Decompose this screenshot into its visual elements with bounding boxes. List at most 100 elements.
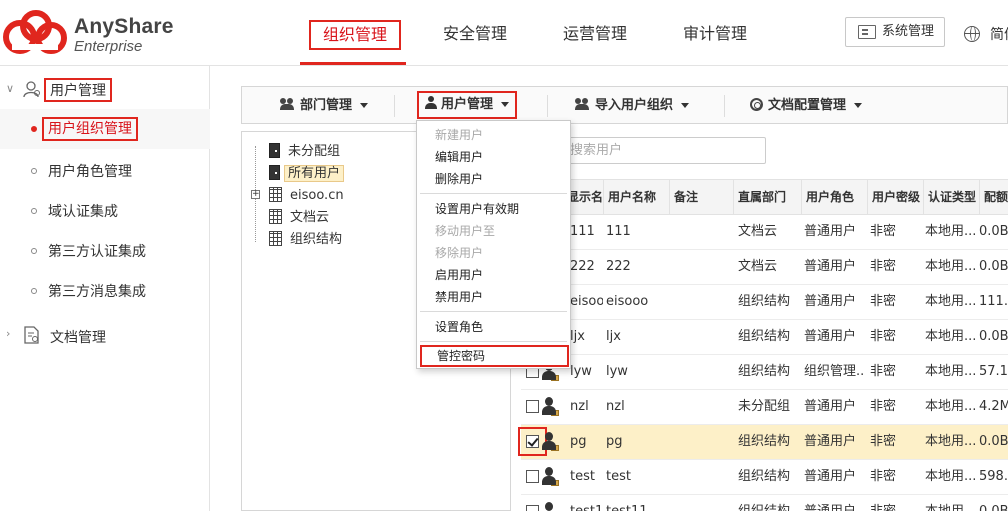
table-row[interactable]: ljx ljx 组织结构普通用户非密 本地用...0.0B/... xyxy=(521,320,1008,355)
tree-node-doc-cloud[interactable]: 文档云 xyxy=(269,207,333,229)
menu-separator xyxy=(420,311,567,312)
cell-user-role: 普通用户 xyxy=(804,259,857,274)
cell-quota: 111.9... xyxy=(979,294,1008,309)
nav-audit-management[interactable]: 审计管理 xyxy=(680,20,750,50)
menu-item-manage-password[interactable]: 管控密码 xyxy=(420,345,569,367)
cell-user-role: 普通用户 xyxy=(804,224,857,239)
table-row[interactable]: test11test11 组织结构普通用户非密本地用...0.0B/... xyxy=(521,495,1008,511)
table-row[interactable]: eisoooeisooo 组织结构普通用户非密 本地用...111.9... xyxy=(521,285,1008,320)
user-list-panel: 搜索用户 显示名称 用户名称 备注 直属部门 用户角色 用户密级 认证类型 配额… xyxy=(518,131,1008,511)
cell-quota: 0.0B/... xyxy=(979,259,1008,274)
cell-quota: 0.0B/... xyxy=(979,224,1008,239)
menu-item-set-validity[interactable]: 设置用户有效期 xyxy=(417,198,570,220)
table-row[interactable]: lywlyw 组织结构组织管理... 非密 本地用...57.1M... xyxy=(521,355,1008,390)
sidebar-item-label: 第三方消息集成 xyxy=(48,284,146,300)
menu-item-disable-user[interactable]: 禁用用户 xyxy=(417,286,570,308)
cell-auth-type: 本地用... xyxy=(925,294,977,309)
col-quota[interactable]: 配额空间 xyxy=(979,180,1008,214)
cell-department: 文档云 xyxy=(738,259,778,274)
cell-user-role: 普通用户 xyxy=(804,469,857,484)
menu-item-remove-user[interactable]: 移除用户 xyxy=(417,242,570,264)
col-remark[interactable]: 备注 xyxy=(669,180,733,214)
cell-auth-type: 本地用... xyxy=(925,469,977,484)
menu-item-edit-user[interactable]: 编辑用户 xyxy=(417,146,570,168)
doc-config-label: 文档配置管理 xyxy=(768,98,847,113)
menu-item-set-role[interactable]: 设置角色 xyxy=(417,316,570,338)
cell-auth-type: 本地用... xyxy=(925,329,977,344)
cell-user-role: 普通用户 xyxy=(804,329,857,344)
nav-operation-management[interactable]: 运营管理 xyxy=(560,20,630,50)
search-user-input[interactable]: 搜索用户 xyxy=(561,137,766,164)
cell-quota: 4.2MB... xyxy=(979,399,1008,414)
tree-node-label: 文档云 xyxy=(290,210,330,225)
nav-org-management[interactable]: 组织管理 xyxy=(309,20,401,50)
menu-item-enable-user[interactable]: 启用用户 xyxy=(417,264,570,286)
cell-security-level: 非密 xyxy=(870,495,922,511)
tree-node-all-users[interactable]: 所有用户 xyxy=(269,163,345,185)
tree-node-eisoo[interactable]: + eisoo.cn xyxy=(242,185,442,207)
tree-node-org-structure[interactable]: 组织结构 xyxy=(269,229,346,251)
cell-user-name: eisooo xyxy=(606,294,649,309)
user-management-menu: 新建用户 编辑用户 删除用户 设置用户有效期 移动用户至 移除用户 启用用户 禁… xyxy=(416,120,571,369)
expand-plus-icon[interactable]: + xyxy=(251,190,260,199)
language-selector[interactable]: 简体中文 xyxy=(990,24,1008,44)
doc-config-button[interactable]: 文档配置管理 xyxy=(750,87,863,125)
col-user-role[interactable]: 用户角色 xyxy=(801,180,867,214)
system-management-label: 系统管理 xyxy=(882,24,935,39)
col-security-level[interactable]: 用户密级 xyxy=(867,180,923,214)
user-management-button[interactable]: 用户管理 xyxy=(417,91,518,119)
col-user-name[interactable]: 用户名称 xyxy=(603,180,669,214)
document-gear-icon xyxy=(24,326,39,344)
cell-display-name: 222 xyxy=(570,259,595,274)
menu-item-new-user[interactable]: 新建用户 xyxy=(417,124,570,146)
sidebar-item-label: 用户组织管理 xyxy=(42,117,138,141)
menu-item-delete-user[interactable]: 删除用户 xyxy=(417,168,570,190)
col-department[interactable]: 直属部门 xyxy=(733,180,801,214)
door-icon xyxy=(269,165,280,180)
col-auth-type[interactable]: 认证类型 xyxy=(923,180,979,214)
row-checkbox[interactable] xyxy=(526,400,539,413)
user-group-icon xyxy=(23,81,40,98)
cell-auth-type: 本地用... xyxy=(925,495,977,511)
row-checkbox[interactable] xyxy=(526,470,539,483)
cell-display-name: lyw xyxy=(570,364,592,379)
system-icon xyxy=(858,25,876,39)
sidebar-item-user-org[interactable]: 用户组织管理 xyxy=(0,109,210,149)
globe-icon[interactable] xyxy=(964,26,980,42)
cell-display-name: 111 xyxy=(570,224,595,239)
user-avatar-icon xyxy=(542,397,559,417)
table-row[interactable]: nzl nzl 未分配组普通用户非密 本地用...4.2MB... xyxy=(521,390,1008,425)
dept-management-button[interactable]: 部门管理 xyxy=(280,87,369,125)
nav-security-management[interactable]: 安全管理 xyxy=(440,20,510,50)
toolbar-divider xyxy=(394,95,395,117)
table-row[interactable]: pg pg 组织结构普通用户非密 本地用...0.0B/... xyxy=(518,425,1008,460)
sidebar-item-user-role[interactable]: 用户角色管理 xyxy=(0,151,210,191)
cell-department: 组织结构 xyxy=(738,434,791,449)
tree-node-label: 未分配组 xyxy=(288,144,341,159)
user-avatar-icon xyxy=(542,432,559,452)
table-row[interactable]: test test 组织结构普通用户非密 本地用...598.1... xyxy=(521,460,1008,495)
system-management-button[interactable]: 系统管理 xyxy=(845,17,945,47)
cell-user-role: 普通用户 xyxy=(804,294,857,309)
import-user-org-button[interactable]: 导入用户组织 xyxy=(575,87,690,125)
sidebar-group-label: 用户管理 xyxy=(44,78,112,102)
table-header: 显示名称 用户名称 备注 直属部门 用户角色 用户密级 认证类型 配额空间 xyxy=(521,179,1008,215)
table-row[interactable]: 222 222 文档云 普通用户非密 本地用...0.0B/... xyxy=(521,250,1008,285)
user-management-label: 用户管理 xyxy=(441,97,494,112)
cell-quota: 0.0B/... xyxy=(979,434,1008,449)
sidebar-item-domain-auth[interactable]: 域认证集成 xyxy=(0,191,210,231)
row-checkbox[interactable] xyxy=(526,505,539,511)
sidebar-item-third-party-auth[interactable]: 第三方认证集成 xyxy=(0,231,210,271)
sidebar-group-user-management[interactable]: ∨ 用户管理 xyxy=(0,66,210,110)
chevron-down-icon: ∨ xyxy=(6,82,15,95)
sidebar-item-third-party-message[interactable]: 第三方消息集成 xyxy=(0,271,210,311)
menu-item-move-user[interactable]: 移动用户至 xyxy=(417,220,570,242)
sidebar-group-doc-management[interactable]: › 文档管理 xyxy=(0,314,210,358)
user-icon xyxy=(425,96,437,109)
cell-security-level: 非密 xyxy=(870,399,897,414)
table-row[interactable]: 111 111 文档云 普通用户非密 本地用...0.0B/... xyxy=(521,215,1008,250)
toolbar-divider xyxy=(547,95,548,117)
caret-down-icon xyxy=(501,102,510,107)
user-avatar-icon xyxy=(542,467,559,487)
tree-node-unassigned[interactable]: 未分配组 xyxy=(269,141,344,163)
